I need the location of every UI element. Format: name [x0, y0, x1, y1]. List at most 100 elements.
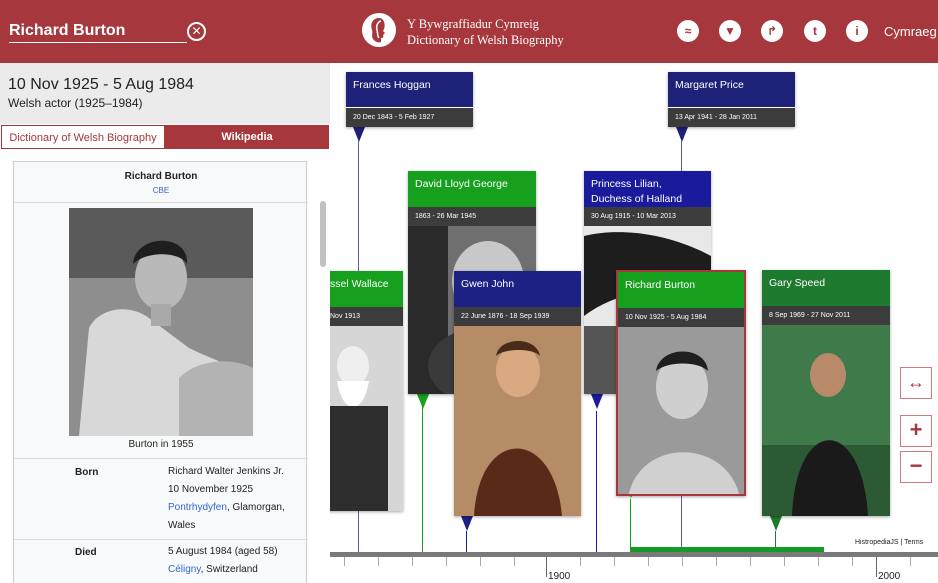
axis-tick — [910, 557, 911, 566]
deathplace-link[interactable]: Céligny — [168, 564, 201, 575]
birth-name: Richard Walter Jenkins Jr. — [168, 466, 284, 477]
dwb-logo — [362, 13, 396, 47]
card-name: Margaret Price — [668, 72, 795, 107]
portrait-photo[interactable] — [69, 208, 253, 436]
card-name: Frances Hoggan — [346, 72, 473, 107]
zoom-out-button[interactable]: − — [900, 451, 932, 483]
axis-tick — [580, 557, 581, 566]
axis-tick — [716, 557, 717, 566]
article-panel: 10 Nov 1925 - 5 Aug 1984 Welsh actor (19… — [0, 63, 330, 583]
card-photo — [618, 327, 744, 494]
card-name: ssel Wallace — [330, 271, 403, 307]
card-dates: 1863 - 26 Mar 1945 — [408, 207, 536, 226]
card-margaret-price[interactable]: Margaret Price 13 Apr 1941 - 28 Jan 2011 — [668, 72, 795, 127]
birthplace-region: , Glamorgan, — [226, 502, 285, 513]
pin-marker — [676, 127, 688, 142]
card-frances-hoggan[interactable]: Frances Hoggan 20 Dec 1843 - 5 Feb 1927 — [346, 72, 473, 127]
card-gary-speed[interactable]: Gary Speed 8 Sep 1969 - 27 Nov 2011 — [762, 270, 890, 516]
card-gwen-john[interactable]: Gwen John 22 June 1876 - 18 Sep 1939 — [454, 271, 581, 516]
portrait-image — [330, 326, 403, 511]
birthplace-link[interactable]: Pontrhydyfen — [168, 502, 227, 513]
axis-tick — [818, 557, 819, 566]
death-place: Céligny, Switzerland — [168, 561, 298, 579]
card-name: David Lloyd George — [408, 171, 536, 207]
infobox-name: Richard Burton — [124, 171, 198, 182]
pin-marker — [770, 516, 782, 531]
infobox-honorific[interactable]: CBE — [14, 186, 308, 195]
axis-major-tick — [876, 557, 877, 577]
died-label: Died — [75, 547, 97, 558]
axis-year-label: 1900 — [548, 571, 571, 582]
swimmer-icon[interactable]: ≈ — [677, 20, 699, 42]
connector-line — [466, 531, 467, 552]
card-photo — [330, 326, 403, 511]
card-photo — [454, 326, 581, 516]
birth-country: Wales — [168, 520, 196, 531]
divider — [14, 539, 308, 540]
axis-tick — [750, 557, 751, 566]
clear-search-icon[interactable]: ✕ — [187, 22, 206, 41]
card-dates: 10 Nov 1925 - 5 Aug 1984 — [618, 308, 744, 327]
axis-tick — [682, 557, 683, 566]
portrait-image — [618, 327, 744, 494]
search-box — [9, 20, 187, 43]
axis-year-label: 2000 — [878, 571, 901, 582]
card-name: Richard Burton — [618, 272, 744, 308]
timeline-canvas[interactable]: Frances Hoggan 20 Dec 1843 - 5 Feb 1927 … — [330, 63, 938, 583]
card-dates: 30 Aug 1915 - 10 Mar 2013 — [584, 207, 711, 226]
birth-place: Pontrhydyfen, Glamorgan, — [168, 499, 298, 517]
brand-line-welsh: Y Bywgraffiadur Cymreig — [407, 17, 539, 31]
portrait-image — [762, 325, 890, 516]
connector-line — [630, 499, 631, 552]
language-toggle[interactable]: Cymraeg — [884, 24, 937, 39]
wikipedia-infobox: Richard Burton CBE Burton in 1955 Born R… — [13, 161, 308, 583]
filter-icon[interactable]: ▼ — [719, 20, 741, 42]
card-dates: Nov 1913 — [330, 307, 403, 326]
pin-marker — [461, 516, 473, 531]
article-description: Welsh actor (1925–1984) — [8, 96, 143, 110]
source-tabs: Dictionary of Welsh Biography Wikipedia — [1, 125, 329, 149]
axis-major-tick — [546, 557, 547, 577]
card-russel-wallace[interactable]: ssel Wallace Nov 1913 — [330, 271, 403, 511]
tab-dictionary[interactable]: Dictionary of Welsh Biography — [1, 125, 165, 149]
born-label: Born — [75, 467, 99, 478]
card-name: Gary Speed — [762, 270, 890, 306]
zoom-in-button[interactable]: + — [900, 415, 932, 447]
card-name: Gwen John — [454, 271, 581, 307]
top-bar: ✕ Y Bywgraffiadur Cymreig Dictionary of … — [0, 0, 938, 63]
divider — [14, 202, 308, 203]
axis-tick — [852, 557, 853, 566]
deathplace-country: , Switzerland — [200, 564, 258, 575]
share-icon[interactable]: ↱ — [761, 20, 783, 42]
pin-marker — [591, 394, 603, 409]
axis-tick — [412, 557, 413, 566]
axis-tick — [344, 557, 345, 566]
panel-scrollbar[interactable] — [320, 201, 326, 267]
tab-wikipedia[interactable]: Wikipedia — [165, 125, 329, 149]
portrait-image — [454, 326, 581, 516]
axis-tick — [378, 557, 379, 566]
connector-line — [596, 411, 597, 552]
info-icon[interactable]: i — [846, 20, 868, 42]
birth-date: 10 November 1925 — [168, 484, 254, 495]
attribution-link[interactable]: HistropediaJS | Terms — [855, 539, 923, 546]
brand-line-english: Dictionary of Welsh Biography — [407, 33, 564, 47]
portrait-image — [69, 208, 253, 436]
connector-line — [422, 403, 423, 552]
brand-title[interactable]: Y Bywgraffiadur Cymreig Dictionary of We… — [407, 16, 564, 48]
twitter-icon[interactable]: t — [804, 20, 826, 42]
expand-horizontal-button[interactable]: ↔ — [900, 367, 932, 399]
card-dates: 8 Sep 1969 - 27 Nov 2011 — [762, 306, 890, 325]
card-name: Princess Lilian, Duchess of Halland — [584, 171, 711, 207]
card-richard-burton[interactable]: Richard Burton 10 Nov 1925 - 5 Aug 1984 — [616, 270, 746, 496]
axis-tick — [648, 557, 649, 566]
axis-tick — [784, 557, 785, 566]
article-header: 10 Nov 1925 - 5 Aug 1984 Welsh actor (19… — [0, 63, 330, 124]
timeline-axis[interactable] — [330, 552, 938, 557]
axis-tick — [446, 557, 447, 566]
article-dates: 10 Nov 1925 - 5 Aug 1984 — [8, 76, 194, 93]
divider — [14, 458, 308, 459]
axis-tick — [614, 557, 615, 566]
death-date: 5 August 1984 (aged 58) — [168, 546, 278, 557]
search-input[interactable] — [9, 20, 187, 42]
